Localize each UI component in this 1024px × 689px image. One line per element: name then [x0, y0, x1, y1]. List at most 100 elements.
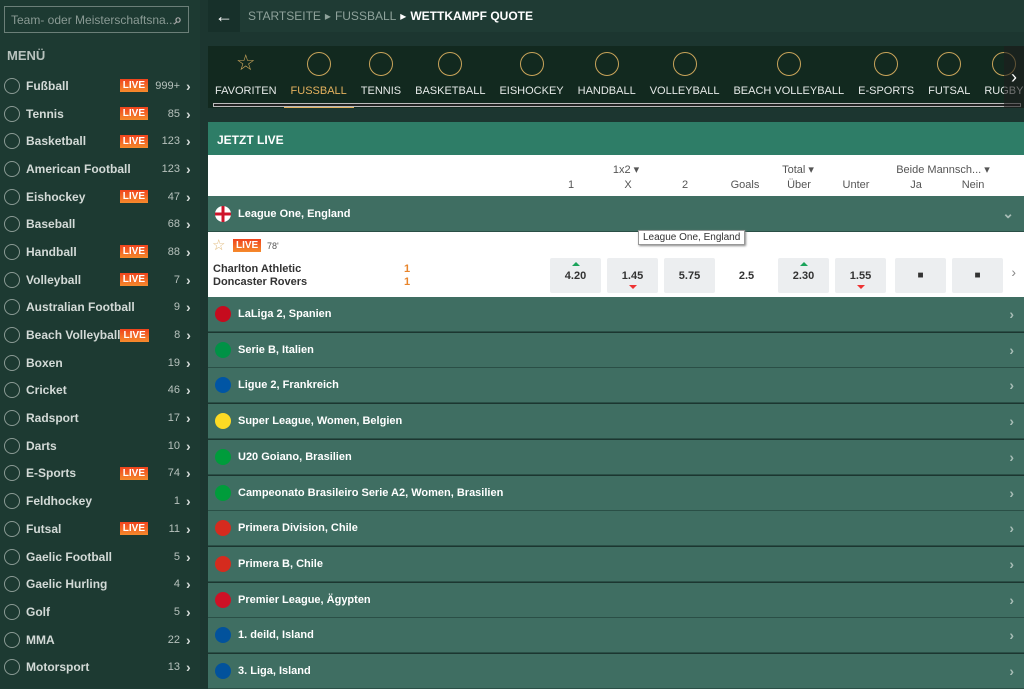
event-count: 1: [173, 495, 180, 508]
odd-1-button[interactable]: 4.20: [550, 258, 601, 293]
league-row[interactable]: Premier League, Ägypten ›: [208, 582, 1024, 618]
breadcrumb-football[interactable]: FUSSBALL: [335, 9, 396, 23]
tab-beach-volleyball[interactable]: BEACH VOLLEYBALL: [726, 46, 851, 108]
event-count: 5: [173, 605, 180, 618]
sidebar-item-tennis[interactable]: Tennis LIVE 85 ›: [0, 100, 200, 128]
chevron-right-icon[interactable]: ›: [1009, 663, 1014, 679]
tab-e-sports[interactable]: E-SPORTS: [851, 46, 921, 108]
chevron-right-icon[interactable]: ›: [1009, 377, 1014, 393]
chevron-right-icon[interactable]: ›: [1011, 264, 1016, 280]
home-team: Charlton Athletic: [213, 263, 302, 275]
tab-handball[interactable]: HANDBALL: [571, 46, 643, 108]
odd-x-button[interactable]: 1.45: [607, 258, 658, 293]
chevron-right-icon[interactable]: ›: [1009, 485, 1014, 501]
chevron-right-icon[interactable]: ›: [1009, 556, 1014, 572]
match-row[interactable]: ☆ LIVE 78' Charlton Athletic Doncaster R…: [208, 232, 1024, 297]
chevron-right-icon[interactable]: ›: [1009, 342, 1014, 358]
tab-volleyball[interactable]: VOLLEYBALL: [643, 46, 727, 108]
search-input[interactable]: Team- oder Meisterschaftsna... ⌕: [4, 6, 189, 33]
flag-icon: [215, 555, 231, 572]
sidebar-item-e-sports[interactable]: E-Sports LIVE 74 ›: [0, 460, 200, 488]
flag-icon: [215, 591, 231, 608]
league-row[interactable]: Primera B, Chile ›: [208, 546, 1024, 582]
league-row[interactable]: 3. Liga, Island ›: [208, 654, 1024, 689]
market-select-btts[interactable]: Beide Mannsch... ▾: [896, 163, 990, 176]
favorite-star-icon[interactable]: ☆: [212, 236, 225, 254]
tab-label: E-SPORTS: [858, 85, 915, 97]
odd-2-button[interactable]: 5.75: [664, 258, 715, 293]
sport-icon: [4, 77, 20, 94]
chevron-right-icon[interactable]: ›: [1009, 449, 1014, 465]
col-over: Über: [787, 179, 811, 191]
sidebar-item-feldhockey[interactable]: Feldhockey 1 ›: [0, 487, 200, 515]
sidebar-item-golf[interactable]: Golf 5 ›: [0, 598, 200, 626]
sidebar-item-baseball[interactable]: Baseball 68 ›: [0, 210, 200, 238]
tab-futsal[interactable]: FUTSAL: [921, 46, 977, 108]
chevron-right-icon[interactable]: ›: [1009, 306, 1014, 322]
menu-title: MENÜ: [7, 48, 46, 63]
sidebar-item-label: Basketball: [26, 134, 87, 149]
tab-label: VOLLEYBALL: [649, 85, 720, 97]
sidebar-item-darts[interactable]: Darts 10 ›: [0, 432, 200, 460]
sidebar-item-gaelic-hurling[interactable]: Gaelic Hurling 4 ›: [0, 570, 200, 598]
sidebar-item-american-football[interactable]: American Football 123 ›: [0, 155, 200, 183]
col-2: 2: [681, 179, 689, 191]
league-name: U20 Goiano, Brasilien: [238, 450, 352, 463]
league-row[interactable]: Serie B, Italien ›: [208, 332, 1024, 368]
chevron-right-icon: ›: [186, 327, 191, 344]
sidebar-item-basketball[interactable]: Basketball LIVE 123 ›: [0, 127, 200, 155]
tabs-scrollbar[interactable]: [213, 103, 1021, 107]
chevron-right-icon: ›: [186, 382, 191, 399]
sidebar-item-boxen[interactable]: Boxen 19 ›: [0, 349, 200, 377]
sidebar-item-label: E-Sports: [26, 466, 77, 481]
search-icon[interactable]: ⌕: [174, 11, 182, 28]
event-count: 13: [167, 661, 180, 674]
sidebar-item-australian-football[interactable]: Australian Football 9 ›: [0, 294, 200, 322]
tab-eishockey[interactable]: EISHOCKEY: [492, 46, 570, 108]
league-row[interactable]: LaLiga 2, Spanien ›: [208, 297, 1024, 332]
event-count: 9: [173, 301, 180, 314]
tabs-next-button[interactable]: ›: [1004, 46, 1024, 108]
sidebar-item-futsal[interactable]: Futsal LIVE 11 ›: [0, 515, 200, 543]
col-goals: Goals: [730, 179, 760, 191]
sidebar-item-label: Feldhockey: [26, 494, 93, 509]
sidebar-item-handball[interactable]: Handball LIVE 88 ›: [0, 238, 200, 266]
tab-tennis[interactable]: TENNIS: [354, 46, 408, 108]
league-row[interactable]: Campeonato Brasileiro Serie A2, Women, B…: [208, 475, 1024, 511]
lock-icon: ■: [917, 270, 924, 281]
tab-favoriten[interactable]: ☆ FAVORITEN: [208, 46, 284, 108]
market-select-1x2[interactable]: 1x2 ▾: [613, 163, 639, 176]
market-select-total[interactable]: Total ▾: [782, 163, 814, 176]
sidebar-item-radsport[interactable]: Radsport 17 ›: [0, 404, 200, 432]
sidebar-item-mma[interactable]: MMA 22 ›: [0, 626, 200, 654]
back-button[interactable]: ←: [208, 0, 240, 32]
league-row-open[interactable]: League One, England ⌄: [208, 196, 1024, 232]
odd-over-button[interactable]: 2.30: [778, 258, 829, 293]
sidebar-item-cricket[interactable]: Cricket 46 ›: [0, 377, 200, 405]
chevron-right-icon[interactable]: ›: [1009, 627, 1014, 643]
league-row[interactable]: Super League, Women, Belgien ›: [208, 404, 1024, 440]
event-count: 17: [167, 412, 180, 425]
breadcrumb-home[interactable]: STARTSEITE: [248, 9, 321, 23]
sport-icon: [519, 52, 544, 76]
sidebar-item-eishockey[interactable]: Eishockey LIVE 47 ›: [0, 183, 200, 211]
chevron-right-icon[interactable]: ›: [1009, 592, 1014, 608]
tab-basketball[interactable]: BASKETBALL: [408, 46, 492, 108]
chevron-right-icon[interactable]: ›: [1009, 520, 1014, 536]
event-count: 123: [161, 135, 180, 148]
tab-fussball[interactable]: FUSSBALL: [283, 46, 354, 108]
league-row[interactable]: Primera Division, Chile ›: [208, 511, 1024, 547]
chevron-right-icon[interactable]: ›: [1009, 413, 1014, 429]
league-row[interactable]: U20 Goiano, Brasilien ›: [208, 439, 1024, 475]
chevron-down-icon[interactable]: ⌄: [1002, 205, 1014, 222]
sidebar-item-fu-ball[interactable]: Fußball LIVE 999+ ›: [0, 72, 200, 100]
sidebar-item-label: Eishockey: [26, 189, 86, 204]
sidebar-item-motorsport[interactable]: Motorsport 13 ›: [0, 653, 200, 681]
odd-under-button[interactable]: 1.55: [835, 258, 886, 293]
sidebar-item-beach-volleyball[interactable]: Beach Volleyball LIVE 8 ›: [0, 321, 200, 349]
sport-icon: [4, 410, 20, 427]
league-row[interactable]: 1. deild, Island ›: [208, 618, 1024, 654]
league-row[interactable]: Ligue 2, Frankreich ›: [208, 368, 1024, 404]
sidebar-item-gaelic-football[interactable]: Gaelic Football 5 ›: [0, 543, 200, 571]
sidebar-item-volleyball[interactable]: Volleyball LIVE 7 ›: [0, 266, 200, 294]
